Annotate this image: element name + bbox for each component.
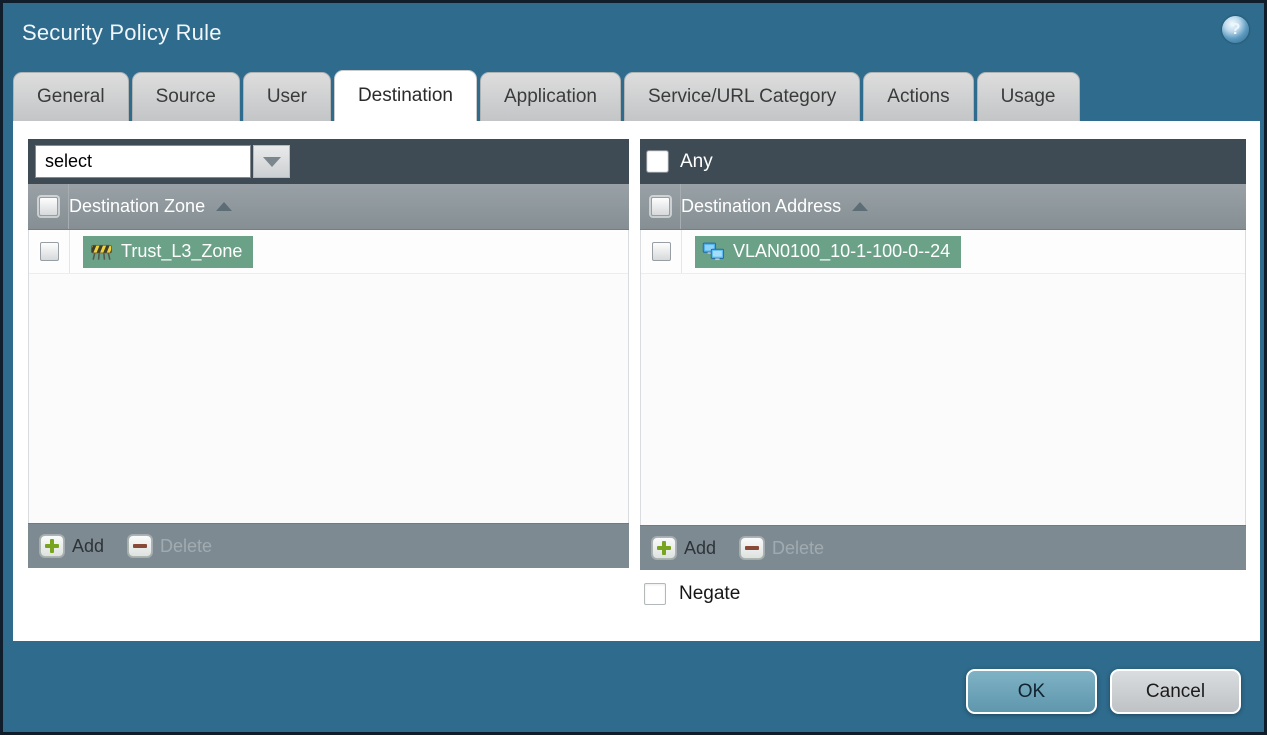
zone-chip[interactable]: Trust_L3_Zone [83, 235, 254, 268]
address-name: VLAN0100_10-1-100-0--24 [733, 241, 951, 261]
destination-address-panel: Any Destination Address VLAN0100_10-1-10… [640, 139, 1246, 570]
zone-barrier-icon [90, 242, 113, 261]
address-delete-button[interactable]: Delete [740, 537, 824, 559]
address-panel-toolbar: Any [640, 139, 1246, 184]
address-panel-footer: Add Delete [640, 525, 1246, 570]
delete-minus-icon [740, 537, 765, 559]
tab-destination[interactable]: Destination [333, 70, 477, 121]
destination-zone-panel: select Destination Zone Trust_L3_Zone Ad… [28, 139, 629, 568]
address-column-header[interactable]: Destination Address [640, 184, 1246, 230]
chevron-down-icon [262, 156, 281, 167]
help-icon[interactable]: ? [1222, 16, 1249, 43]
address-add-label: Add [684, 537, 717, 558]
cancel-button[interactable]: Cancel [1110, 669, 1241, 714]
any-checkbox[interactable] [647, 151, 668, 172]
zone-delete-button[interactable]: Delete [128, 535, 212, 557]
address-row-checkbox[interactable] [651, 242, 671, 261]
zone-select-combo: select [35, 145, 290, 178]
add-plus-icon [40, 535, 64, 557]
ok-button[interactable]: OK [966, 669, 1097, 714]
address-select-all-checkbox[interactable] [650, 197, 670, 216]
zone-select-dropdown-button[interactable] [253, 145, 290, 178]
address-column-header-label: Destination Address [681, 196, 842, 216]
any-label: Any [680, 150, 713, 172]
negate-label: Negate [679, 583, 741, 604]
tab-general[interactable]: General [13, 72, 129, 121]
address-chip[interactable]: VLAN0100_10-1-100-0--24 [695, 235, 962, 268]
address-row-checkbox-cell [641, 230, 682, 273]
zone-row[interactable]: Trust_L3_Zone [29, 230, 628, 274]
negate-option: Negate [644, 583, 740, 605]
tab-actions[interactable]: Actions [863, 72, 974, 121]
zone-list: Trust_L3_Zone [28, 230, 629, 523]
tab-user[interactable]: User [242, 72, 331, 121]
zone-column-header[interactable]: Destination Zone [28, 184, 629, 230]
zone-row-checkbox[interactable] [39, 242, 59, 261]
negate-checkbox[interactable] [644, 583, 666, 605]
zone-add-label: Add [72, 535, 105, 556]
delete-minus-icon [128, 535, 153, 557]
zone-panel-toolbar: select [28, 139, 629, 184]
add-plus-icon [652, 537, 676, 559]
tab-service-url-category[interactable]: Service/URL Category [623, 72, 861, 121]
zone-row-checkbox-cell [29, 230, 70, 273]
tab-bar: General Source User Destination Applicat… [13, 70, 1254, 121]
zone-column-header-label: Destination Zone [69, 196, 206, 216]
address-add-button[interactable]: Add [652, 537, 716, 559]
zone-name: Trust_L3_Zone [121, 241, 243, 261]
zone-header-checkbox-cell [28, 184, 69, 229]
address-row[interactable]: VLAN0100_10-1-100-0--24 [641, 230, 1245, 274]
tab-source[interactable]: Source [131, 72, 240, 121]
address-header-checkbox-cell [640, 184, 681, 229]
tab-application[interactable]: Application [480, 72, 621, 121]
address-list: VLAN0100_10-1-100-0--24 [640, 230, 1246, 525]
tab-usage[interactable]: Usage [976, 72, 1080, 121]
zone-add-button[interactable]: Add [40, 535, 104, 557]
zone-delete-label: Delete [160, 535, 213, 556]
address-delete-label: Delete [772, 537, 825, 558]
zone-panel-footer: Add Delete [28, 523, 629, 568]
sort-ascending-icon [852, 202, 869, 211]
dialog-titlebar: Security Policy Rule ? [3, 3, 1264, 67]
destination-tab-content: select Destination Zone Trust_L3_Zone Ad… [13, 121, 1260, 641]
dialog-title: Security Policy Rule [22, 20, 222, 45]
security-policy-rule-dialog: { "dialog": { "title": "Security Policy … [0, 0, 1267, 735]
zone-select-input[interactable]: select [35, 145, 251, 178]
zone-select-all-checkbox[interactable] [38, 197, 58, 216]
sort-ascending-icon [216, 202, 233, 211]
network-address-icon [702, 242, 725, 261]
